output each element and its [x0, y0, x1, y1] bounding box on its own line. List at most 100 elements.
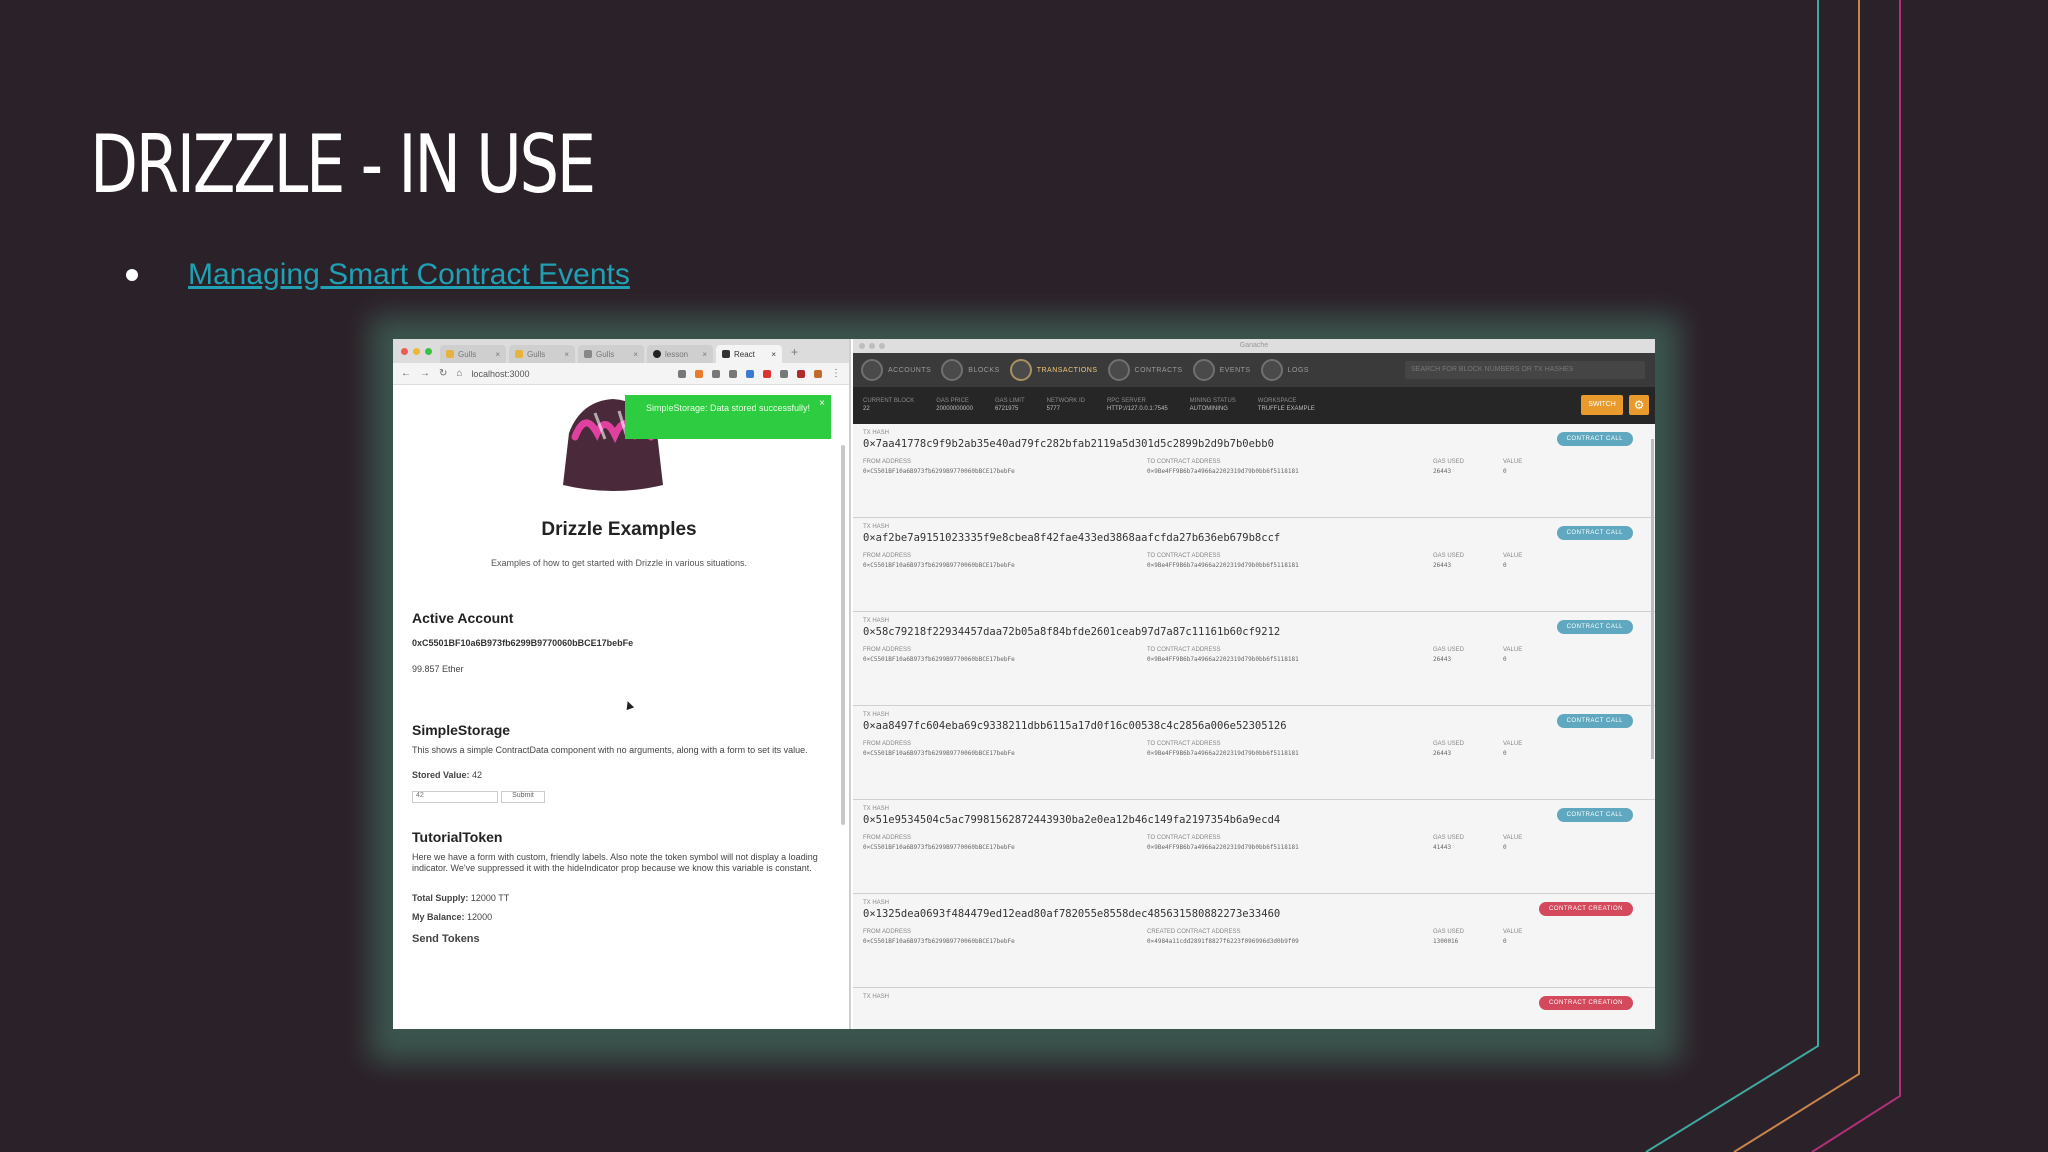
new-tab-button[interactable]: +	[791, 345, 798, 359]
switch-button[interactable]: SWITCH	[1581, 395, 1623, 415]
tx-to: TO CONTRACT ADDRESS 0×9Be4FF9B6b7a4966a22…	[1147, 459, 1299, 475]
nav-logs[interactable]: LOGS	[1260, 359, 1309, 381]
tx-from: FROM ADDRESS 0×C5501BF10a6B973fb6299B9770…	[863, 553, 1015, 569]
nav-blocks[interactable]: BLOCKS	[941, 359, 999, 381]
extension-icon[interactable]	[695, 369, 703, 378]
tx-hash: 0×aa8497fc604eba69c9338211dbb6115a17d0f1…	[863, 720, 1287, 732]
metamask-icon[interactable]	[814, 369, 822, 378]
maximize-window-icon[interactable]	[879, 343, 885, 349]
search-input[interactable]: SEARCH FOR BLOCK NUMBERS OR TX HASHES	[1405, 361, 1645, 379]
transaction-row[interactable]: TX HASH CONTRACT CREATION	[853, 988, 1655, 1029]
extension-icon[interactable]	[729, 369, 737, 378]
transaction-row[interactable]: TX HASH 0×aa8497fc604eba69c9338211dbb6115…	[853, 706, 1655, 800]
nav-contracts[interactable]: CONTRACTS	[1107, 359, 1183, 381]
tx-to: TO CONTRACT ADDRESS 0×9Be4FF9B6b7a4966a22…	[1147, 835, 1299, 851]
close-window-icon[interactable]	[401, 348, 408, 355]
tx-hash: 0×af2be7a9151023335f9e8cbea8f42fae433ed3…	[863, 532, 1281, 544]
tx-to: TO CONTRACT ADDRESS 0×9Be4FF9B6b7a4966a22…	[1147, 553, 1299, 569]
tx-to: TO CONTRACT ADDRESS 0×9Be4FF9B6b7a4966a22…	[1147, 647, 1299, 663]
status-gas-price: GAS PRICE 20000000000	[936, 397, 973, 412]
close-tab-icon[interactable]: ×	[771, 350, 776, 363]
app-subtitle: Examples of how to get started with Driz…	[490, 558, 748, 568]
transaction-row[interactable]: TX HASH 0×51e9534504c5ac79981562872443930…	[853, 800, 1655, 894]
transactions-icon	[1009, 359, 1032, 381]
browser-tab[interactable]: lesson ×	[647, 345, 713, 363]
tx-hash-label: TX HASH	[863, 900, 890, 906]
forward-icon[interactable]: →	[420, 368, 430, 379]
tx-hash-label: TX HASH	[863, 712, 890, 718]
tx-hash: 0×51e9534504c5ac79981562872443930ba2e0ea…	[863, 814, 1281, 826]
tx-value: VALUE 0	[1503, 835, 1523, 851]
browser-tab[interactable]: Gulls ×	[509, 345, 575, 363]
app-title: Drizzle Examples	[541, 519, 697, 540]
tx-hash: 0×1325dea0693f484479ed12ead80af782055e85…	[863, 908, 1281, 920]
extension-icon[interactable]	[712, 369, 720, 378]
maximize-window-icon[interactable]	[425, 348, 432, 355]
gear-icon[interactable]: ⚙	[1629, 395, 1649, 415]
status-rpc-server: RPC SERVER HTTP://127.0.0.1:7545	[1106, 397, 1168, 412]
tutorialtoken-description: Here we have a form with custom, friendl…	[412, 852, 818, 874]
tx-hash: 0×58c79218f22934457daa72b05a8f84bfde2601…	[863, 626, 1281, 638]
page-scrollbar[interactable]	[841, 445, 845, 825]
browser-tab-active[interactable]: React ×	[716, 345, 782, 363]
status-network-id: NETWORK ID 5777	[1046, 397, 1085, 412]
transaction-row[interactable]: TX HASH 0×1325dea0693f484479ed12ead80af78…	[853, 894, 1655, 988]
toast-close-icon[interactable]: ×	[819, 398, 825, 410]
ganache-nav: ACCOUNTS BLOCKS TRANSACTIONS CONTRACTS E…	[853, 353, 1655, 387]
tx-value: VALUE 0	[1503, 929, 1523, 945]
ganache-scrollbar[interactable]	[1651, 439, 1654, 759]
minimize-window-icon[interactable]	[413, 348, 420, 355]
browser-tab[interactable]: Gulls ×	[440, 345, 506, 363]
close-window-icon[interactable]	[859, 343, 865, 349]
browser-tab[interactable]: Gulls ×	[578, 345, 644, 363]
folder-icon	[515, 350, 523, 358]
transaction-row[interactable]: TX HASH 0×58c79218f22934457daa72b05a8f84b…	[853, 612, 1655, 706]
close-tab-icon[interactable]: ×	[702, 350, 707, 363]
transaction-row[interactable]: TX HASH 0×7aa41778c9f9b2ab35e40ad79fc282b…	[853, 424, 1655, 518]
mouse-cursor-icon	[623, 699, 635, 711]
nav-transactions[interactable]: TRANSACTIONS	[1009, 359, 1098, 381]
url-field[interactable]: localhost:3000	[471, 369, 581, 379]
tx-type-badge: CONTRACT CREATION	[1539, 996, 1633, 1010]
home-icon[interactable]: ⌂	[456, 368, 462, 379]
embedded-screenshot: Gulls × Gulls × Gulls × lesson × React × + ← …	[393, 339, 1655, 1029]
extension-icon[interactable]	[797, 369, 805, 378]
my-balance-row: My Balance: 12000	[412, 912, 493, 922]
tx-type-badge: CONTRACT CALL	[1556, 432, 1633, 446]
browser-toolbar: ← → ↻ ⌂ localhost:3000 ⋮	[393, 363, 849, 385]
extension-icon[interactable]	[763, 369, 771, 378]
status-current-block: CURRENT BLOCK 22	[863, 397, 915, 412]
tx-type-badge: CONTRACT CREATION	[1539, 902, 1633, 916]
tx-to: TO CONTRACT ADDRESS 0×9Be4FF9B6b7a4966a22…	[1147, 741, 1299, 757]
submit-button[interactable]: Submit	[501, 791, 545, 803]
tx-value: VALUE 0	[1503, 741, 1523, 757]
send-tokens-heading: Send Tokens	[412, 933, 480, 945]
close-tab-icon[interactable]: ×	[564, 350, 569, 363]
account-balance: 99.857 Ether	[412, 664, 464, 674]
menu-icon[interactable]: ⋮	[831, 368, 841, 379]
ganache-titlebar: Ganache	[853, 339, 1655, 353]
nav-accounts[interactable]: ACCOUNTS	[861, 359, 931, 381]
close-tab-icon[interactable]: ×	[633, 350, 638, 363]
ganache-status-bar: CURRENT BLOCK 22 GAS PRICE 20000000000 GAS…	[853, 387, 1655, 424]
tx-type-badge: CONTRACT CALL	[1556, 620, 1633, 634]
back-icon[interactable]: ←	[401, 368, 411, 379]
minimize-window-icon[interactable]	[869, 343, 875, 349]
status-mining: MINING STATUS AUTOMINING	[1189, 397, 1236, 412]
simplestorage-description: This shows a simple ContractData compone…	[412, 745, 808, 755]
managing-events-link[interactable]: Managing Smart Contract Events	[188, 258, 630, 292]
reload-icon[interactable]: ↻	[439, 368, 447, 379]
extension-icon[interactable]	[678, 369, 686, 378]
transaction-row[interactable]: TX HASH 0×af2be7a9151023335f9e8cbea8f42fa…	[853, 518, 1655, 612]
tx-gas-used: GAS USED 26443	[1433, 553, 1465, 569]
tx-hash-label: TX HASH	[863, 618, 890, 624]
extension-icon[interactable]	[746, 369, 754, 378]
close-tab-icon[interactable]: ×	[495, 350, 500, 363]
stored-value-input[interactable]: 42	[412, 791, 498, 803]
extension-icon[interactable]	[780, 369, 788, 378]
stored-value-row: Stored Value: 42	[412, 770, 483, 780]
tx-type-badge: CONTRACT CALL	[1556, 714, 1633, 728]
nav-events[interactable]: EVENTS	[1192, 359, 1251, 381]
contracts-icon	[1107, 359, 1130, 381]
active-account-heading: Active Account	[412, 610, 514, 626]
